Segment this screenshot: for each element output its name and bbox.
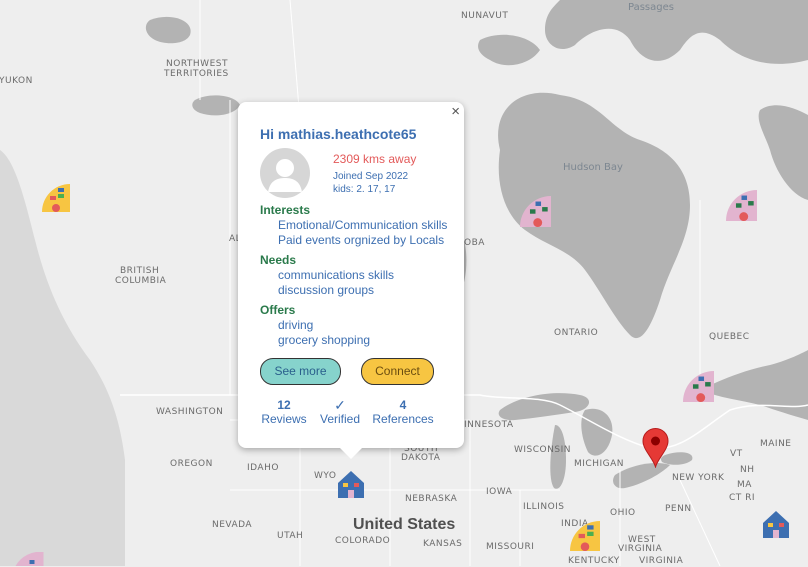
list-item: discussion groups bbox=[278, 283, 458, 298]
map-label-oregon: OREGON bbox=[170, 459, 213, 469]
map-label-ct-ri: CT RI bbox=[729, 493, 756, 503]
map-label-yukon: YUKON bbox=[0, 76, 33, 86]
interests-list: Emotional/Communication skills Paid even… bbox=[260, 218, 458, 248]
location-pin-icon[interactable] bbox=[642, 428, 669, 468]
map-label-ohio: OHIO bbox=[610, 508, 636, 518]
map-label-missouri: MISSOURI bbox=[486, 542, 535, 552]
references-label: References bbox=[372, 412, 434, 426]
map-label-passages: Passages bbox=[628, 2, 674, 13]
user-info-popup: × Hi mathias.heathcote65 2309 kms away J… bbox=[238, 102, 464, 459]
map-label-kentucky: KENTUCKY bbox=[568, 556, 620, 566]
house-cluster-icon[interactable] bbox=[683, 371, 714, 402]
user-avatar-icon bbox=[268, 159, 302, 192]
verified-label: Verified bbox=[319, 412, 361, 426]
map-label-nevada: NEVADA bbox=[212, 520, 253, 530]
house-icon[interactable] bbox=[336, 469, 366, 499]
verified-stat: ✓ Verified bbox=[317, 398, 363, 427]
map-label-vt: VT bbox=[730, 449, 743, 459]
map-label-wyo: WYO bbox=[314, 471, 337, 481]
map-label-illinois: ILLINOIS bbox=[523, 502, 565, 512]
map-label-nebraska: NEBRASKA bbox=[405, 494, 458, 504]
map-label-virginia-wv: VIRGINIA bbox=[618, 544, 663, 554]
connect-button[interactable]: Connect bbox=[361, 358, 434, 385]
map-label-nh: NH bbox=[740, 465, 755, 475]
map-label-michigan: MICHIGAN bbox=[574, 459, 624, 469]
offers-heading: Offers bbox=[260, 303, 296, 317]
house-cluster-icon[interactable] bbox=[520, 196, 551, 227]
map-label-innesota: INNESOTA bbox=[464, 420, 514, 430]
house-cluster-icon[interactable] bbox=[14, 552, 45, 566]
map-label-virginia: VIRGINIA bbox=[639, 556, 684, 566]
check-icon: ✓ bbox=[334, 397, 346, 413]
list-item: Paid events orgnized by Locals bbox=[278, 233, 458, 248]
map-label-penn: PENN bbox=[665, 504, 692, 514]
popup-greeting: Hi mathias.heathcote65 bbox=[260, 126, 417, 142]
map-label-new-york: NEW YORK bbox=[672, 473, 725, 483]
map-label-iowa: IOWA bbox=[486, 487, 513, 497]
list-item: driving bbox=[278, 318, 458, 333]
list-item: grocery shopping bbox=[278, 333, 458, 348]
avatar bbox=[260, 148, 310, 198]
house-cluster-icon[interactable] bbox=[42, 184, 70, 212]
reviews-label: Reviews bbox=[261, 412, 307, 426]
house-cluster-icon[interactable] bbox=[726, 190, 757, 221]
map-label-dakota: DAKOTA bbox=[401, 453, 441, 463]
distance-text: 2309 kms away bbox=[333, 152, 417, 166]
map-label-quebec: QUEBEC bbox=[709, 332, 750, 342]
map-label-ontario: ONTARIO bbox=[554, 328, 599, 338]
close-icon[interactable]: × bbox=[451, 104, 460, 120]
house-icon[interactable] bbox=[761, 509, 791, 539]
map-label-united-states: United States bbox=[353, 516, 456, 533]
map-label-ma: MA bbox=[737, 480, 752, 490]
see-more-button[interactable]: See more bbox=[260, 358, 341, 385]
map-label-washington: WASHINGTON bbox=[156, 407, 224, 417]
kids-ages: kids: 2. 17, 17 bbox=[333, 184, 396, 195]
list-item: communications skills bbox=[278, 268, 458, 283]
joined-date: Joined Sep 2022 bbox=[333, 171, 409, 182]
map-label-nunavut: NUNAVUT bbox=[461, 11, 509, 21]
list-item: Emotional/Communication skills bbox=[278, 218, 458, 233]
offers-list: driving grocery shopping bbox=[260, 318, 458, 348]
needs-heading: Needs bbox=[260, 253, 297, 267]
reviews-count: 12 bbox=[277, 398, 291, 412]
map-label-columbia: COLUMBIA bbox=[115, 276, 167, 286]
map-label-idaho: IDAHO bbox=[247, 463, 279, 473]
map-label-kansas: KANSAS bbox=[423, 539, 463, 549]
map-label-colorado: COLORADO bbox=[335, 536, 391, 546]
map-label-territories: TERRITORIES bbox=[164, 69, 229, 79]
references-count: 4 bbox=[399, 398, 407, 412]
house-cluster-icon[interactable] bbox=[570, 521, 600, 551]
interests-heading: Interests bbox=[260, 203, 311, 217]
map-label-utah: UTAH bbox=[277, 531, 304, 541]
references-stat[interactable]: 4 References bbox=[370, 398, 436, 427]
map-label-hudson-bay: Hudson Bay bbox=[563, 162, 623, 173]
needs-list: communications skills discussion groups bbox=[260, 268, 458, 298]
map-label-oba: OBA bbox=[464, 238, 485, 248]
reviews-stat[interactable]: 12 Reviews bbox=[260, 398, 308, 427]
map-label-maine: MAINE bbox=[760, 439, 792, 449]
map-label-wisconsin: WISCONSIN bbox=[514, 445, 571, 455]
